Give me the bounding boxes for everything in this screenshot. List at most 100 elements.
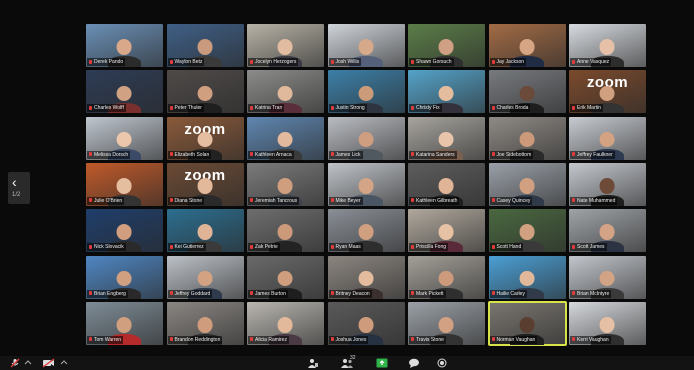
- muted-mic-icon: [572, 105, 575, 110]
- participant-name: Jay Jackson: [489, 58, 527, 66]
- participant-tile[interactable]: Tom Warren: [86, 301, 163, 345]
- participant-tile[interactable]: Kerri Vaughan: [569, 301, 646, 345]
- participant-tile[interactable]: Jeffrey Faulkner: [569, 116, 646, 160]
- participant-tile[interactable]: Waylon Betz: [166, 24, 244, 67]
- participant-tile[interactable]: Joe Sidebottom: [488, 116, 566, 160]
- participant-tile[interactable]: Hailie Carley: [488, 255, 566, 299]
- participant-name-label: Waylon Betz: [174, 59, 203, 65]
- participant-name-label: Kerri Vaughan: [577, 336, 609, 343]
- participant-name-label: Jeffrey Faulkner: [577, 151, 613, 158]
- participant-name-label: Charles Broda: [496, 105, 529, 112]
- participant-tile[interactable]: Britney Deacon: [327, 255, 405, 299]
- microphone-muted-icon[interactable]: [10, 358, 20, 368]
- chat-icon: [409, 358, 419, 368]
- share-screen-button[interactable]: [376, 358, 388, 368]
- participant-tile[interactable]: Mark Pickett: [408, 255, 485, 299]
- participant-name-label: Brian Engberg: [94, 290, 126, 297]
- participant-tile[interactable]: Joshua Jones: [327, 301, 405, 345]
- participant-tile[interactable]: Justin Strong: [327, 70, 405, 114]
- muted-mic-icon: [250, 337, 253, 342]
- chat-button[interactable]: [408, 358, 420, 368]
- participant-name: Derek Pando: [87, 58, 126, 66]
- participant-name: Christy Fix: [409, 104, 442, 113]
- participant-name-label: Zak Petrie: [255, 244, 278, 251]
- participant-tile[interactable]: Derek Pando: [86, 24, 163, 67]
- participant-tile[interactable]: Nate Muhammed: [569, 162, 646, 206]
- participant-name-label: James Burton: [255, 290, 286, 297]
- muted-mic-icon: [330, 337, 334, 342]
- participant-tile[interactable]: Norman Vaughan: [487, 300, 567, 346]
- participant-name: Kathleen Arnaca: [248, 150, 294, 159]
- security-user-icon[interactable]: [307, 358, 319, 368]
- participant-name: Tom Warren: [87, 335, 124, 344]
- participant-tile[interactable]: Jeffrey Goddard: [166, 255, 244, 299]
- participant-tile[interactable]: Charles Broda: [488, 70, 566, 114]
- muted-mic-icon: [250, 59, 253, 64]
- video-off-icon[interactable]: [42, 358, 55, 368]
- participant-tile[interactable]: Casey Quincey: [488, 162, 566, 206]
- participant-tile[interactable]: Scott James: [569, 209, 646, 253]
- previous-page-button[interactable]: ‹ 1/2: [8, 172, 30, 204]
- participant-name: Brian McIntyre: [570, 289, 612, 298]
- muted-mic-icon: [411, 105, 414, 110]
- record-button[interactable]: [437, 358, 447, 368]
- participant-tile[interactable]: Scott Hand: [488, 209, 566, 253]
- muted-mic-icon: [89, 244, 92, 249]
- muted-mic-icon: [491, 291, 495, 295]
- participant-name: Julie O'Brien: [87, 196, 125, 205]
- participant-name: Elizabeth Solan: [167, 150, 212, 159]
- participant-tile[interactable]: Zak Petrie: [247, 209, 324, 253]
- participant-tile[interactable]: Jocelyn Herzogers: [247, 24, 324, 67]
- participant-name-label: Kathleen Gilbreath: [416, 197, 458, 204]
- participant-tile[interactable]: Christy Fix: [408, 70, 485, 114]
- participant-tile[interactable]: Katrina Tran: [247, 70, 324, 114]
- video-options-chevron-icon[interactable]: [60, 358, 68, 368]
- participant-tile[interactable]: zoom Erik Martin: [569, 70, 646, 114]
- muted-mic-icon: [491, 152, 495, 157]
- participant-tile[interactable]: Melissa Dorsch: [86, 116, 163, 160]
- participant-tile[interactable]: Shawn Gorsuch: [408, 24, 485, 67]
- participant-tile[interactable]: Brian McIntyre: [569, 255, 646, 299]
- participant-tile[interactable]: Ryan Maas: [327, 209, 405, 253]
- participant-tile[interactable]: Mike Beyer: [327, 162, 405, 206]
- participant-name: Nick Slovacik: [87, 243, 126, 252]
- participant-tile[interactable]: Peter Thuler: [166, 70, 244, 114]
- participant-name-label: Nate Muhammed: [577, 197, 616, 204]
- participant-tile[interactable]: Jeremiah Tancrous: [247, 162, 324, 206]
- participant-name: Brian Engberg: [87, 289, 128, 298]
- participant-name-label: Katarina Sanders: [416, 151, 455, 158]
- participant-name-label: Hailie Carley: [496, 290, 525, 297]
- participant-tile[interactable]: Jay Jackson: [488, 24, 566, 67]
- participant-tile[interactable]: Priscilla Fong: [408, 209, 485, 253]
- participant-name-label: Peter Thuler: [174, 105, 202, 112]
- muted-mic-icon: [330, 244, 334, 249]
- muted-mic-icon: [169, 244, 173, 249]
- participant-tile[interactable]: Katarina Sanders: [408, 116, 485, 160]
- participant-tile[interactable]: zoom Elizabeth Solan: [166, 116, 244, 160]
- participant-tile[interactable]: Alicia Ramirez: [247, 301, 324, 345]
- participant-tile[interactable]: Brandon Reddington: [166, 301, 244, 345]
- muted-mic-icon: [411, 59, 414, 64]
- participant-tile[interactable]: Charles Wolff: [86, 70, 163, 114]
- participant-tile[interactable]: Nick Slovacik: [86, 209, 163, 253]
- participants-button[interactable]: 32: [340, 355, 356, 368]
- participant-tile[interactable]: zoom Diana Stone: [166, 162, 244, 206]
- participant-tile[interactable]: Julie O'Brien: [86, 162, 163, 206]
- participant-tile[interactable]: Josh Willis: [327, 24, 405, 67]
- participant-name: Scott James: [570, 243, 607, 252]
- participant-tile[interactable]: Kei Gutierrez: [166, 209, 244, 253]
- participant-tile[interactable]: Travis Stone: [408, 301, 485, 345]
- participant-tile[interactable]: Anne Vasquez: [569, 24, 646, 67]
- muted-mic-icon: [572, 198, 575, 203]
- participant-name-label: Scott Hand: [496, 244, 522, 251]
- participant-name-label: Jeffrey Goddard: [174, 290, 211, 297]
- participant-tile[interactable]: James Burton: [247, 255, 324, 299]
- muted-mic-icon: [169, 198, 173, 203]
- audio-options-chevron-icon[interactable]: [24, 358, 32, 368]
- participant-tile[interactable]: Kathleen Arnaca: [247, 116, 324, 160]
- participant-name-label: Brandon Reddington: [174, 336, 221, 343]
- participant-tile[interactable]: Kathleen Gilbreath: [408, 162, 485, 206]
- participant-tile[interactable]: Brian Engberg: [86, 255, 163, 299]
- participant-name-label: Shawn Gorsuch: [416, 59, 452, 65]
- participant-tile[interactable]: James Lick: [327, 116, 405, 160]
